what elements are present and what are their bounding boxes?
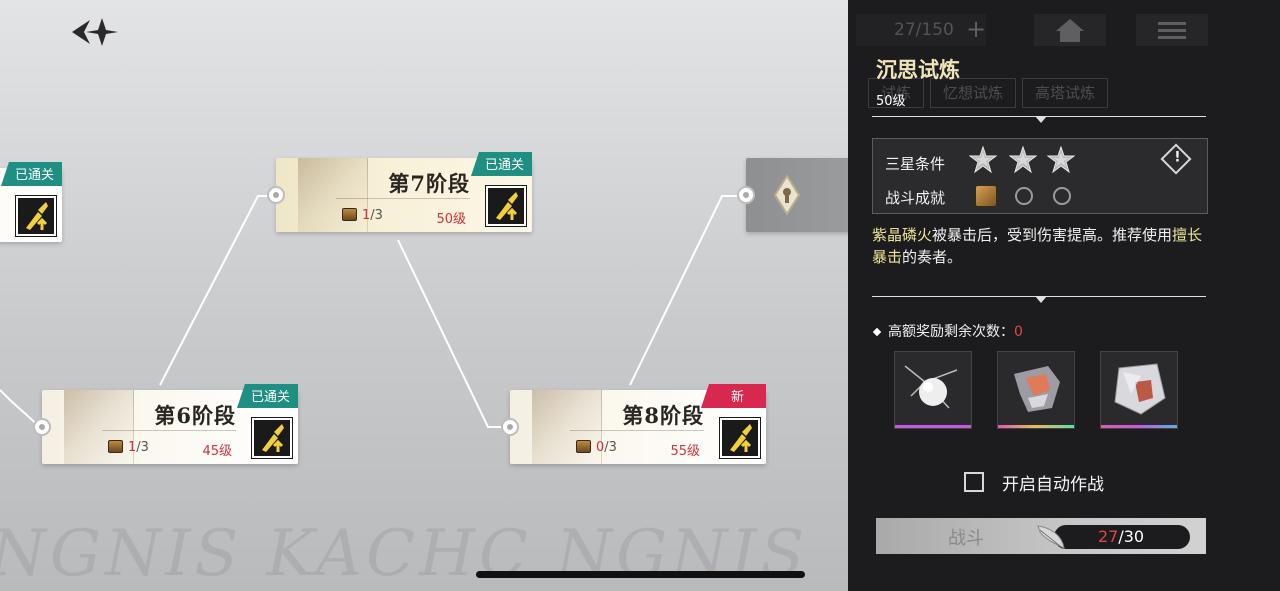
sword-up-icon bbox=[730, 424, 752, 452]
stage-title: 第8阶段 bbox=[622, 403, 704, 428]
achievement-slot-empty bbox=[1015, 187, 1033, 205]
ice-crystal-icon bbox=[1114, 363, 1166, 415]
info-icon[interactable]: ! bbox=[1160, 143, 1192, 175]
auto-battle-label: 开启自动作战 bbox=[1002, 475, 1104, 495]
back-arrow-icon bbox=[72, 18, 118, 46]
chest-icon bbox=[342, 208, 357, 221]
section-divider bbox=[872, 296, 1206, 303]
character-button[interactable] bbox=[251, 417, 293, 459]
section-divider bbox=[872, 116, 1206, 123]
top-bar-ghost: 27/150 + bbox=[848, 14, 1280, 48]
conditions-box: 三星条件 ! 战斗成就 bbox=[872, 138, 1208, 214]
stage-card-6[interactable]: 已通关 第6阶段 1/3 45级 bbox=[33, 384, 298, 464]
chest-icon bbox=[108, 440, 123, 453]
rarity-bar bbox=[998, 425, 1074, 428]
background-watermark: NGNIS KACHC NGNIS bbox=[0, 517, 809, 591]
stage-level: 45级 bbox=[202, 444, 232, 459]
home-icon bbox=[1056, 19, 1084, 42]
stage-level: 50级 bbox=[436, 212, 466, 227]
stage-card-9-locked[interactable] bbox=[737, 158, 848, 232]
stage-decoration bbox=[64, 390, 134, 464]
menu-icon bbox=[1158, 22, 1186, 39]
star-icon bbox=[969, 146, 997, 174]
tab-tower-trial[interactable]: 高塔试炼 bbox=[1022, 78, 1109, 108]
path-node bbox=[267, 186, 285, 204]
stage-progress: 1/3 bbox=[362, 208, 383, 223]
path-node bbox=[33, 418, 51, 436]
stage-map: NGNIS KACHC NGNIS 已通关 段 级 已通关 第7阶段 1/3 5… bbox=[0, 0, 848, 591]
path-node bbox=[737, 186, 755, 204]
stage-title: 第6阶段 bbox=[154, 403, 236, 428]
auto-battle-checkbox[interactable] bbox=[964, 472, 984, 492]
cleared-badge: 已通关 bbox=[470, 152, 532, 176]
chest-icon bbox=[576, 440, 591, 453]
stage-path-lines bbox=[0, 195, 746, 428]
stage-detail-panel: 27/150 + 试炼 忆想试炼 高塔试炼 沉思试炼 50级 三星条件 ! 战斗… bbox=[848, 0, 1280, 591]
cleared-badge: 已通关 bbox=[0, 162, 62, 186]
stage-progress: 1/3 bbox=[128, 440, 149, 455]
stage-decoration bbox=[532, 390, 602, 464]
reward-item-crystal-orb[interactable] bbox=[894, 351, 972, 429]
star-icon bbox=[1047, 146, 1075, 174]
fight-stamina-cost: 27/30 bbox=[1054, 525, 1190, 549]
new-badge: 新 bbox=[700, 384, 766, 408]
stage-description: 紫晶磷火被暴击后，受到伤害提高。推荐使用擅长暴击的奏者。 bbox=[872, 226, 1203, 266]
star-icon bbox=[1009, 146, 1037, 174]
stage-card-7[interactable]: 已通关 第7阶段 1/3 50级 bbox=[267, 152, 532, 232]
stage-card-5[interactable]: 已通关 段 级 bbox=[0, 162, 62, 242]
sword-up-icon bbox=[26, 202, 48, 230]
home-indicator bbox=[476, 571, 805, 578]
stage-divider bbox=[570, 430, 704, 431]
rarity-bar bbox=[1101, 425, 1177, 428]
path-node bbox=[501, 418, 519, 436]
stage-decoration bbox=[298, 158, 368, 232]
reward-count-label: 高额奖励剩余次数：0 bbox=[872, 321, 1023, 341]
add-stamina-button[interactable]: + bbox=[960, 14, 992, 46]
menu-button[interactable] bbox=[1136, 14, 1208, 46]
back-button[interactable] bbox=[68, 14, 124, 50]
achievement-chest-icon bbox=[975, 185, 997, 207]
character-button[interactable] bbox=[485, 185, 527, 227]
armor-piece-icon bbox=[1014, 366, 1060, 412]
feather-icon bbox=[1037, 525, 1065, 549]
three-star-label: 三星条件 bbox=[885, 155, 946, 173]
character-button[interactable] bbox=[15, 195, 57, 237]
cleared-badge: 已通关 bbox=[236, 384, 298, 408]
stage-card-8[interactable]: 新 第8阶段 0/3 55级 bbox=[501, 384, 766, 464]
sword-up-icon bbox=[262, 424, 284, 452]
panel-level: 50级 bbox=[876, 94, 906, 109]
achievement-slot-empty bbox=[1053, 187, 1071, 205]
fight-button[interactable]: 战斗 27/30 bbox=[876, 518, 1206, 554]
home-button[interactable] bbox=[1034, 14, 1106, 46]
sword-up-icon bbox=[496, 192, 518, 220]
stage-title: 第7阶段 bbox=[388, 171, 470, 196]
stage-divider bbox=[336, 198, 470, 199]
achievement-label: 战斗成就 bbox=[885, 189, 946, 207]
character-button[interactable] bbox=[719, 417, 761, 459]
fight-label: 战斗 bbox=[948, 528, 984, 549]
stage-level: 55级 bbox=[670, 444, 700, 459]
crystal-orb-icon bbox=[904, 365, 958, 409]
panel-title: 沉思试炼 bbox=[876, 57, 960, 82]
reward-item-ice-crystal[interactable] bbox=[1100, 351, 1178, 429]
stage-progress: 0/3 bbox=[596, 440, 617, 455]
rarity-bar bbox=[895, 425, 971, 428]
lock-icon bbox=[773, 174, 801, 216]
stage-divider bbox=[102, 430, 236, 431]
reward-item-armor-piece[interactable] bbox=[997, 351, 1075, 429]
